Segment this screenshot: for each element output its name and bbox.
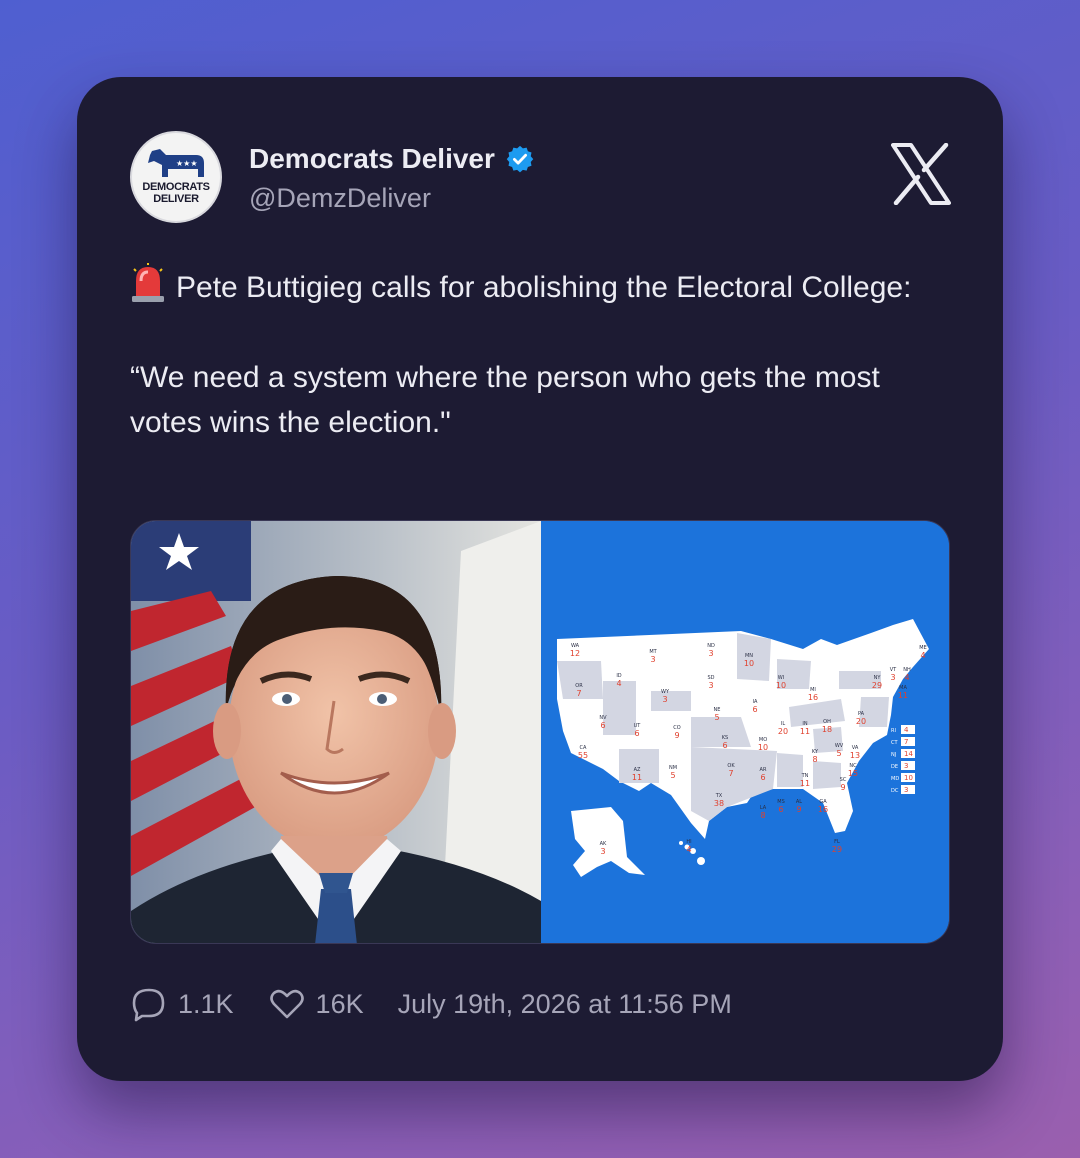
map-state-votes: 6 xyxy=(760,773,765,782)
map-state-votes: 8 xyxy=(760,811,765,820)
map-state-votes: 29 xyxy=(872,681,882,690)
map-state-votes: 15 xyxy=(848,769,858,778)
tweet-text: Pete Buttigieg calls for abolishing the … xyxy=(130,263,950,445)
map-state-votes: 5 xyxy=(670,771,675,780)
avatar[interactable]: ★★★ DEMOCRATS DELIVER xyxy=(130,131,222,223)
map-state-votes: 11 xyxy=(800,727,810,736)
map-state-votes: 20 xyxy=(778,727,788,736)
timestamp[interactable]: July 19th, 2026 at 11:56 PM xyxy=(398,989,732,1020)
tweet-media[interactable]: WA 12 OR 7 CA 55 NV 6 ID 4 MT 3 WY 3 UT 6 AZ 11 CO 9 NM 5 ND 3 S… xyxy=(130,520,950,944)
map-state-votes: 12 xyxy=(570,649,580,658)
map-legend-votes: 4 xyxy=(904,726,909,734)
map-state-votes: 3 xyxy=(650,655,655,664)
siren-icon xyxy=(132,263,164,302)
map-state-votes: 3 xyxy=(708,681,713,690)
map-state-votes: 9 xyxy=(840,783,845,792)
map-state-votes: 6 xyxy=(600,721,605,730)
map-state-votes: 3 xyxy=(600,847,605,856)
map-state-votes: 13 xyxy=(850,751,860,760)
map-state-votes: 6 xyxy=(722,741,727,750)
map-state-votes: 3 xyxy=(708,649,713,658)
map-state-votes: 6 xyxy=(752,705,757,714)
map-legend-votes: 3 xyxy=(904,786,908,794)
map-state-votes: 10 xyxy=(758,743,768,752)
map-state-votes: 10 xyxy=(776,681,786,690)
like-count: 16K xyxy=(315,988,364,1019)
map-state-votes: 3 xyxy=(890,673,895,682)
map-state-votes: 3 xyxy=(662,695,667,704)
map-state-votes: 55 xyxy=(578,751,588,760)
tweet-quote: “We need a system where the person who g… xyxy=(130,361,880,439)
map-state-votes: 7 xyxy=(728,769,733,778)
reply-count: 1.1K xyxy=(178,988,234,1019)
map-state-votes: 18 xyxy=(822,725,832,734)
map-state-votes: 9 xyxy=(796,805,801,814)
map-legend-votes: 14 xyxy=(904,750,913,758)
portrait-photo xyxy=(131,521,541,943)
map-legend-abbr: RI xyxy=(891,728,896,734)
reply-stat[interactable]: 1.1K xyxy=(130,985,268,1023)
user-handle[interactable]: @DemzDeliver xyxy=(249,183,431,214)
map-legend-votes: 10 xyxy=(904,774,913,782)
map-state-votes: 9 xyxy=(674,731,679,740)
heart-icon xyxy=(269,989,304,1019)
map-state-votes: 4 xyxy=(686,845,691,854)
map-state-votes: 29 xyxy=(832,845,842,854)
map-state-votes: 16 xyxy=(808,693,818,702)
map-state-votes: 11 xyxy=(898,691,908,700)
map-state-votes: 11 xyxy=(800,779,810,788)
map-state-votes: 8 xyxy=(812,755,817,764)
tweet-line-1: Pete Buttigieg calls for abolishing the … xyxy=(176,271,912,304)
map-state-votes: 4 xyxy=(904,673,909,682)
map-state-votes: 11 xyxy=(632,773,642,782)
verified-badge-icon xyxy=(506,145,534,173)
map-state-votes: 4 xyxy=(920,651,925,660)
map-legend-abbr: DC xyxy=(891,788,899,794)
donkey-logo-icon: ★★★ xyxy=(148,149,204,177)
tweet-card: ★★★ DEMOCRATS DELIVER Democrats Deliver … xyxy=(77,77,1003,1081)
display-name[interactable]: Democrats Deliver xyxy=(249,143,495,175)
map-state-votes: 7 xyxy=(576,689,581,698)
avatar-logo-text: DEMOCRATS DELIVER xyxy=(142,181,210,205)
map-state-votes: 4 xyxy=(616,679,621,688)
map-legend-abbr: DE xyxy=(891,764,898,770)
svg-text:★★★: ★★★ xyxy=(176,159,198,168)
map-legend-abbr: MD xyxy=(891,776,899,782)
map-legend-votes: 3 xyxy=(904,762,908,770)
map-state-votes: 20 xyxy=(856,717,866,726)
x-logo-icon[interactable] xyxy=(891,143,951,205)
tweet-footer: 1.1K 16K July 19th, 2026 at 11:56 PM xyxy=(130,985,732,1023)
map-state-votes: 6 xyxy=(778,805,783,814)
map-state-votes: 16 xyxy=(818,805,828,814)
map-state-votes: 5 xyxy=(714,713,719,722)
map-legend-abbr: CT xyxy=(891,740,898,746)
like-stat[interactable]: 16K xyxy=(268,985,398,1023)
map-state-votes: 38 xyxy=(714,799,724,808)
electoral-map: WA12OR7CA55NV6ID4MT3WY3UT6AZ11CO9NM5ND3S… xyxy=(541,521,949,943)
map-legend-abbr: NJ xyxy=(891,752,896,758)
reply-bubble-icon xyxy=(132,988,165,1022)
map-legend-votes: 7 xyxy=(904,738,908,746)
map-state-votes: 10 xyxy=(744,659,754,668)
map-state-votes: 6 xyxy=(634,729,639,738)
map-state-votes: 5 xyxy=(836,749,841,758)
